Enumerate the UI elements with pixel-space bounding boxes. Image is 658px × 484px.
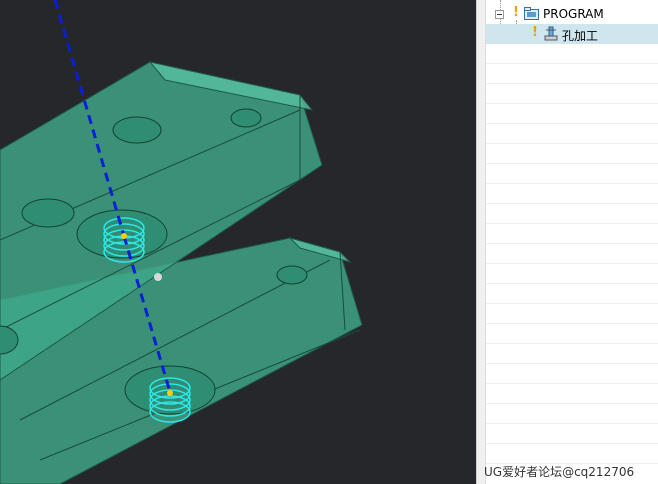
operation-navigator: ! PROGRAM ! 孔加工 (486, 0, 658, 484)
warning-icon: ! (513, 5, 519, 20)
hole-top-3 (21, 198, 75, 228)
collapse-toggle[interactable] (495, 10, 504, 19)
program-folder-icon (524, 7, 539, 20)
origin-marker (154, 273, 162, 281)
graphics-viewport[interactable] (0, 0, 476, 484)
tree-item-label: 孔加工 (562, 29, 599, 43)
watermark-text: UG爱好者论坛@cq212706 (484, 465, 635, 479)
hole-lower-1 (276, 265, 308, 285)
panel-splitter[interactable] (476, 0, 486, 484)
hole-top-2 (230, 108, 262, 128)
part-model-view (0, 0, 363, 484)
tree-item-label: PROGRAM (543, 7, 604, 21)
drilling-operation-icon (543, 26, 559, 41)
tree-item-drilling[interactable]: ! 孔加工 (486, 24, 658, 44)
tree-item-program[interactable]: ! PROGRAM (486, 4, 658, 24)
hole-top-1 (112, 116, 162, 144)
warning-icon: ! (532, 25, 538, 40)
